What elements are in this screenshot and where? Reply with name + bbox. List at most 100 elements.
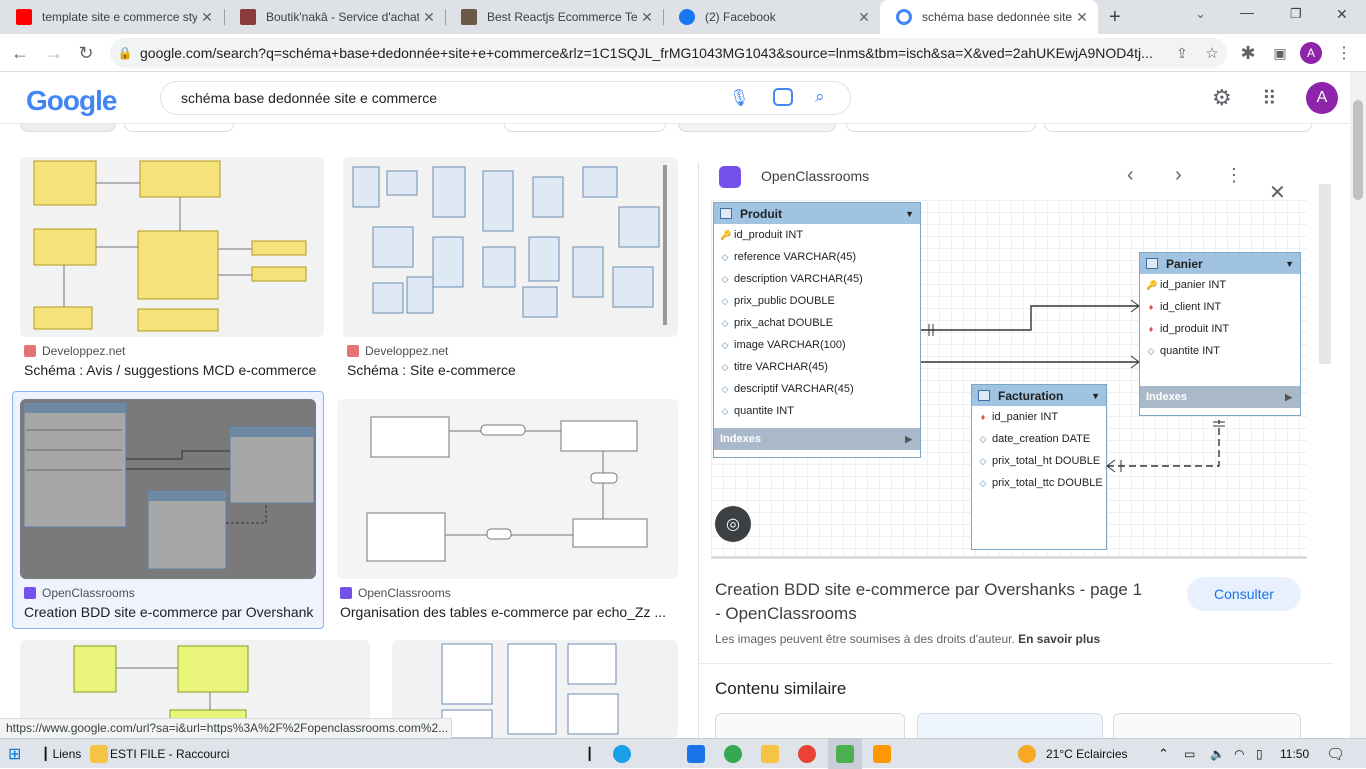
- next-image-button[interactable]: ›: [1175, 164, 1182, 187]
- result-thumbnail-1[interactable]: [20, 157, 324, 337]
- column-icon: ◇: [721, 251, 729, 262]
- side-panel-icon[interactable]: ▣: [1266, 39, 1294, 67]
- search-icon[interactable]: ⌕: [815, 87, 825, 107]
- preview-source[interactable]: OpenClassrooms: [761, 168, 869, 184]
- restore-button[interactable]: ❐: [1290, 6, 1302, 22]
- column-icon: ◇: [979, 477, 987, 488]
- foreign-key-icon: ♦: [1148, 324, 1154, 334]
- browser-tab-1[interactable]: template site e commerce style ✕: [0, 0, 223, 34]
- result-thumbnail-4[interactable]: [337, 399, 678, 579]
- app-icon[interactable]: [873, 745, 891, 763]
- dropdown-icon: ▼: [905, 208, 914, 219]
- consult-button[interactable]: Consulter: [1187, 577, 1301, 611]
- result-title-2[interactable]: Schéma : Site e-commerce: [347, 362, 677, 378]
- site-favicon-icon: [461, 9, 477, 25]
- speaker-icon[interactable]: 🔈: [1210, 744, 1225, 764]
- preview-diagram-image[interactable]: Produit ▼ 🔑 id_produit INT ◇ reference VARC…: [711, 200, 1307, 556]
- dropdown-icon: ▼: [1285, 258, 1294, 269]
- new-tab-button[interactable]: +: [1109, 6, 1121, 29]
- lens-search-icon[interactable]: [773, 88, 793, 106]
- developpez-icon: [347, 345, 359, 357]
- esti-file-shortcut[interactable]: ESTI FILE - Raccourci: [110, 744, 229, 764]
- related-chips-row: [20, 124, 1320, 132]
- google-logo[interactable]: Google: [26, 85, 117, 117]
- facebook-icon: [679, 9, 695, 25]
- reload-button[interactable]: ↻: [72, 39, 100, 67]
- browser-tab-3[interactable]: Best Reactjs Ecommerce Tem ✕: [445, 0, 663, 34]
- share-icon[interactable]: ⇪: [1167, 45, 1197, 62]
- developpez-icon: [24, 345, 36, 357]
- address-bar[interactable]: 🔒 google.com/search?q=schéma+base+dedonn…: [110, 38, 1227, 68]
- mail-icon[interactable]: [687, 745, 705, 763]
- tab-strip: template site e commerce style ✕ Boutik'…: [0, 0, 1366, 34]
- result-source-2[interactable]: Developpez.net: [347, 344, 448, 358]
- learn-more-link[interactable]: En savoir plus: [1018, 632, 1100, 646]
- image-preview-panel: OpenClassrooms ‹ › ⋮ ✕ Produit ▼ 🔑 id_prod…: [698, 162, 1333, 752]
- more-options-icon[interactable]: ⋮: [1225, 165, 1243, 186]
- page-scrollbar[interactable]: [1350, 72, 1366, 738]
- edge-icon[interactable]: [613, 745, 631, 763]
- search-input[interactable]: [181, 90, 721, 106]
- openclassrooms-icon: [24, 587, 36, 599]
- bookmark-star-icon[interactable]: ☆: [1197, 44, 1227, 62]
- produit-table: Produit ▼ 🔑 id_produit INT ◇ reference VARC…: [713, 202, 921, 458]
- close-tab-icon[interactable]: ✕: [419, 9, 439, 26]
- column-icon: ◇: [721, 405, 729, 416]
- weather-icon[interactable]: [1018, 745, 1036, 763]
- profile-avatar[interactable]: A: [1300, 42, 1322, 64]
- links-toolbar[interactable]: ┃ Liens: [42, 744, 81, 764]
- browser-tab-2[interactable]: Boutik'nakâ - Service d'achat ✕: [224, 0, 445, 34]
- preview-title[interactable]: Creation BDD site e-commerce par Oversha…: [715, 578, 1175, 626]
- result-thumbnail-3[interactable]: [20, 399, 316, 579]
- tab-search-icon[interactable]: ⌄: [1195, 6, 1206, 22]
- battery-icon[interactable]: ▯: [1256, 744, 1263, 764]
- search-box[interactable]: 🎙 ⌕: [160, 81, 851, 115]
- close-tab-icon[interactable]: ✕: [637, 9, 657, 26]
- lens-search-icon[interactable]: ◎: [715, 506, 751, 542]
- chevron-up-icon[interactable]: ⌃: [1158, 744, 1169, 764]
- app-icon[interactable]: [836, 745, 854, 763]
- extensions-icon[interactable]: ✱: [1234, 39, 1262, 67]
- weather-text[interactable]: 21°C Eclaircies: [1046, 744, 1128, 764]
- result-title-3[interactable]: Creation BDD site e-commerce par Oversha…: [24, 604, 314, 620]
- account-avatar[interactable]: A: [1306, 82, 1338, 114]
- wifi-icon[interactable]: ◠: [1234, 744, 1244, 764]
- chrome-icon[interactable]: [724, 745, 742, 763]
- result-source-4[interactable]: OpenClassrooms: [340, 586, 451, 600]
- result-title-1[interactable]: Schéma : Avis / suggestions MCD e-commer…: [24, 362, 322, 378]
- copyright-notice: Les images peuvent être soumises à des d…: [715, 632, 1101, 646]
- close-tab-icon[interactable]: ✕: [854, 9, 874, 26]
- result-source-3[interactable]: OpenClassrooms: [24, 586, 135, 600]
- openclassrooms-icon: [340, 587, 352, 599]
- settings-gear-icon[interactable]: ⚙: [1212, 85, 1232, 111]
- similar-content-heading: Contenu similaire: [715, 679, 847, 698]
- browser-tab-4[interactable]: (2) Facebook ✕: [663, 0, 880, 34]
- result-title-4[interactable]: Organisation des tables e-commerce par e…: [340, 604, 676, 620]
- file-explorer-icon[interactable]: [761, 745, 779, 763]
- network-icon[interactable]: ▭: [1184, 744, 1195, 764]
- menu-icon[interactable]: ⋮: [1330, 39, 1358, 67]
- previous-image-button[interactable]: ‹: [1127, 164, 1134, 187]
- close-tab-icon[interactable]: ✕: [197, 9, 217, 26]
- column-icon: ◇: [1147, 345, 1155, 356]
- back-button[interactable]: ←: [6, 39, 34, 67]
- clock[interactable]: 11:50: [1280, 744, 1309, 764]
- forward-button[interactable]: →: [40, 39, 68, 67]
- minimize-button[interactable]: —: [1240, 4, 1254, 20]
- preview-scrollbar[interactable]: [1319, 184, 1331, 364]
- close-tab-icon[interactable]: ✕: [1072, 9, 1092, 26]
- browser-tab-5-active[interactable]: schéma base dedonnée site e ✕: [880, 0, 1098, 34]
- dropdown-icon: ▼: [1091, 390, 1100, 401]
- result-source-1[interactable]: Developpez.net: [24, 344, 125, 358]
- status-url-bar: https://www.google.com/url?sa=i&url=http…: [0, 718, 452, 738]
- chrome-profile-icon[interactable]: [798, 745, 816, 763]
- windows-start-icon[interactable]: ⊞: [8, 744, 21, 764]
- result-thumbnail-2[interactable]: [343, 157, 678, 337]
- apps-grid-icon[interactable]: ⠿: [1262, 86, 1277, 111]
- notification-icon[interactable]: 🗨: [1326, 744, 1345, 764]
- close-window-button[interactable]: ✕: [1336, 6, 1348, 23]
- google-icon: [896, 9, 912, 25]
- primary-key-icon: 🔑: [1146, 279, 1158, 290]
- voice-search-icon[interactable]: 🎙: [729, 88, 749, 108]
- tab-title: (2) Facebook: [705, 10, 776, 24]
